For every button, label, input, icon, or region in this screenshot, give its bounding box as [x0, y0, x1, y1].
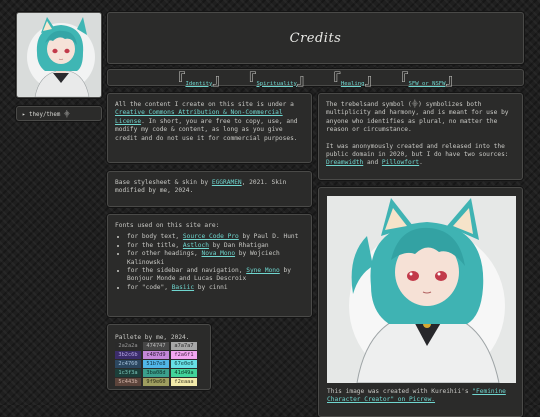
palette-swatch: 9f9e60 — [143, 378, 169, 387]
nav-link-healing[interactable]: Healing — [341, 81, 365, 87]
fonts-box: Fonts used on this site are: for body te… — [107, 214, 312, 317]
license-box: All the content I create on this site is… — [107, 93, 312, 163]
font-link-source-code-pro[interactable]: Source Code Pro — [183, 233, 239, 240]
pillowfort-link[interactable]: Pillowfort — [382, 159, 419, 166]
palette-swatch: 2a2a2a — [115, 342, 141, 351]
symbol-sources: It was anonymously created and released … — [326, 142, 509, 167]
palette-swatch: 3b2c6b — [115, 351, 141, 360]
palette-swatch: 41d49a — [171, 369, 197, 378]
list-item: for body text, Source Code Pro by Paul D… — [127, 233, 304, 241]
palette-swatch: 2c4760 — [115, 360, 141, 369]
license-text: All the content I create on this site is… — [115, 101, 298, 142]
picture-box: This image was created with Kureihii's "… — [318, 187, 523, 417]
palette-swatch: 3ba08d — [143, 369, 169, 378]
list-item: for other headings, Nova Mono by Wojciec… — [127, 250, 304, 267]
palette-grid: 2a2a2a 474747 a7a7a7 3b2c6b c487d9 f2a6f1 2c47… — [115, 342, 203, 387]
sidebar-pronouns[interactable]: ▸ they/them ⸎ — [16, 106, 102, 121]
list-item: for the sidebar and navigation, Syne Mon… — [127, 267, 304, 284]
page-title: Credits — [289, 30, 342, 46]
palette-swatch: 51b7e8 — [143, 360, 169, 369]
nav-link-sfw-nsfw[interactable]: SFW or NSFW — [409, 81, 446, 87]
nav-item-spirituality[interactable]: 『Spirituality』 — [240, 66, 312, 90]
eggramen-link[interactable]: EGGRAMEN — [212, 179, 242, 186]
dreamwidth-link[interactable]: Dreamwidth — [326, 159, 363, 166]
font-link-astloch[interactable]: Astloch — [183, 242, 209, 249]
nav-link-spirituality[interactable]: Spirituality — [256, 81, 296, 87]
font-link-syne-mono[interactable]: Syne Mono — [246, 267, 280, 274]
image-caption: This image was created with Kureihii's "… — [327, 388, 506, 404]
avatar-image — [17, 13, 101, 97]
character-illustration — [327, 196, 516, 383]
palette-swatch: 5c443b — [115, 378, 141, 387]
nav-item-sfw-nsfw[interactable]: 『SFW or NSFW』 — [392, 66, 461, 90]
nav-item-identity[interactable]: 『Identity』 — [169, 66, 228, 90]
list-item: for the title, Astloch by Dan Rhatigan — [127, 242, 304, 250]
symbol-box: The trebelsand symbol (⸎) symbolizes bot… — [318, 93, 523, 180]
palette-swatch: 474747 — [143, 342, 169, 351]
page-header: Credits — [107, 12, 524, 64]
palette-swatch: 67e0e6 — [171, 360, 197, 369]
palette-swatch: f2a6f1 — [171, 351, 197, 360]
pronouns-label: ▸ they/them ⸎ — [22, 111, 70, 118]
symbol-description: The trebelsand symbol (⸎) symbolizes bot… — [326, 101, 509, 134]
character-image — [327, 196, 516, 383]
list-item: for "code", Basiic by cinni — [127, 284, 304, 292]
avatar — [16, 12, 102, 98]
stylesheet-credit-text: Base stylesheet & skin by EGGRAMEN, 2021… — [115, 179, 287, 195]
palette-box: Pallete by me, 2024. 2a2a2a 474747 a7a7a7 3… — [107, 324, 211, 390]
font-link-nova-mono[interactable]: Nova Mono — [202, 250, 236, 257]
stylesheet-credit-box: Base stylesheet & skin by EGGRAMEN, 2021… — [107, 171, 312, 207]
fonts-intro: Fonts used on this site are: — [115, 222, 220, 229]
palette-title: Pallete by me, 2024. — [115, 334, 190, 341]
nav-link-identity[interactable]: Identity — [185, 81, 212, 87]
palette-swatch: 1c3f3a — [115, 369, 141, 378]
palette-swatch: c487d9 — [143, 351, 169, 360]
fonts-list: for body text, Source Code Pro by Paul D… — [115, 233, 304, 292]
palette-swatch: f2eaaa — [171, 378, 197, 387]
nav-item-healing[interactable]: 『Healing』 — [325, 66, 381, 90]
main-nav: 『Identity』 『Spirituality』 『Healing』 『SFW… — [107, 69, 524, 89]
palette-swatch: a7a7a7 — [171, 342, 197, 351]
font-link-basiic[interactable]: Basiic — [172, 284, 194, 291]
